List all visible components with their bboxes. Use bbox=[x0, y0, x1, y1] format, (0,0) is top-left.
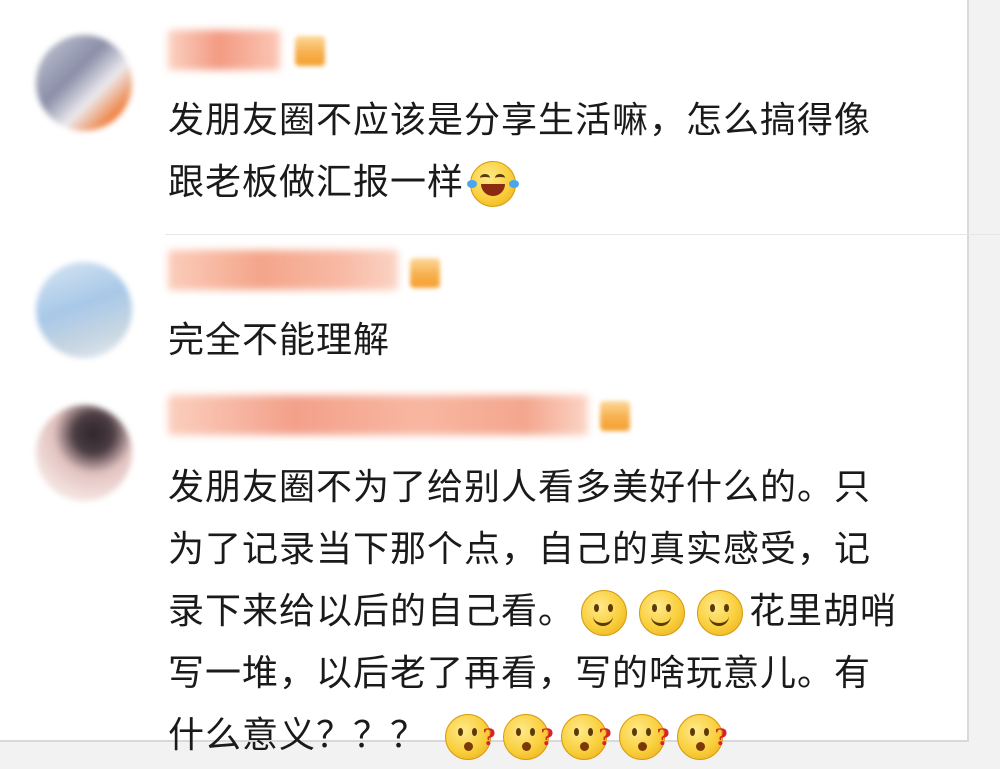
comment-line: 发朋友圈不应该是分享生活嘛，怎么搞得像 bbox=[168, 100, 872, 141]
comment-line: 完全不能理解 bbox=[168, 320, 391, 361]
smile-emoji-icon bbox=[697, 590, 744, 636]
comment-line: 为了记录当下那个点，自己的真实感受，记 bbox=[168, 529, 872, 570]
comment-line: 录下来给以后的自己看。 花里胡哨 bbox=[168, 581, 958, 643]
comment-line: 跟老板做汇报一样 bbox=[168, 152, 958, 214]
comment-line: 发朋友圈不为了给别人看多美好什么的。只 bbox=[168, 467, 872, 508]
thinking-question-emoji-icon bbox=[677, 707, 728, 769]
comment-list: 发朋友圈不应该是分享生活嘛，怎么搞得像 跟老板做汇报一样 完全不能理解 发朋友圈… bbox=[0, 0, 1000, 769]
comment-text: 完全不能理解 bbox=[168, 310, 958, 372]
thinking-question-emoji-icon bbox=[561, 707, 612, 769]
comment-text: 发朋友圈不为了给别人看多美好什么的。只 为了记录当下那个点，自己的真实感受，记 … bbox=[168, 457, 958, 769]
avatar[interactable] bbox=[36, 35, 132, 131]
smile-emoji-icon bbox=[581, 590, 628, 636]
thinking-question-emoji-icon bbox=[503, 707, 554, 769]
comment-text: 发朋友圈不应该是分享生活嘛，怎么搞得像 跟老板做汇报一样 bbox=[168, 90, 958, 214]
level-badge-icon bbox=[295, 36, 325, 66]
username-blurred[interactable] bbox=[168, 250, 398, 290]
smile-emoji-icon bbox=[639, 590, 686, 636]
thinking-question-emoji-icon bbox=[445, 707, 496, 769]
level-badge-icon bbox=[600, 401, 630, 431]
comment-line: 写一堆，以后老了再看，写的啥玩意儿。有 bbox=[168, 653, 872, 694]
avatar[interactable] bbox=[36, 405, 132, 501]
username-blurred[interactable] bbox=[168, 395, 588, 435]
divider bbox=[165, 234, 1000, 235]
thinking-question-emoji-icon bbox=[619, 707, 670, 769]
level-badge-icon bbox=[410, 258, 440, 288]
username-blurred[interactable] bbox=[168, 30, 280, 70]
comment-line: 什么意义？？？ bbox=[168, 705, 958, 769]
laughing-crying-emoji-icon bbox=[467, 161, 520, 207]
avatar[interactable] bbox=[36, 262, 132, 358]
